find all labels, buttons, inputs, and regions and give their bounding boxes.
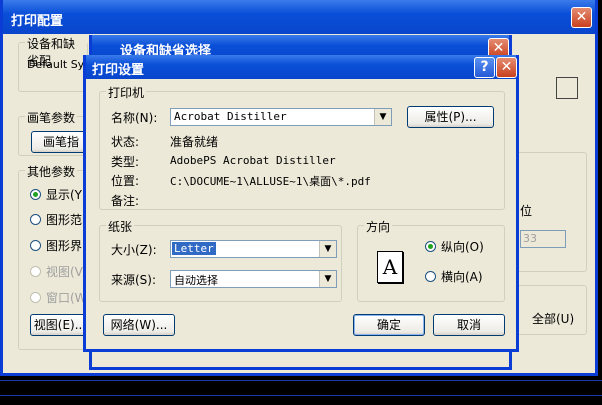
close-icon: ✕ bbox=[492, 40, 505, 56]
pen-params-legend: 画笔参数 bbox=[25, 109, 78, 126]
right-partial-value: 33 bbox=[523, 232, 537, 245]
status-value: 准备就绪 bbox=[170, 135, 219, 149]
view-button[interactable]: 视图(E)... bbox=[30, 314, 90, 336]
paper-size-label: 大小(Z): bbox=[111, 243, 157, 257]
printer-name-select[interactable]: Acrobat Distiller ▼ bbox=[170, 108, 392, 126]
ok-button[interactable]: 确定 bbox=[353, 314, 425, 336]
pen-assign-label: 画笔指 bbox=[42, 135, 79, 149]
preview-box bbox=[556, 77, 578, 99]
paper-size-value: Letter bbox=[172, 242, 216, 255]
device-defaults-group: 设备和缺省配 Default Syst bbox=[18, 35, 94, 92]
radio-portrait-label: 纵向(O) bbox=[441, 240, 484, 254]
print-setup-dialog: 打印设置 ? ✕ 打印机 名称(N): Acrobat Distiller ▼ … bbox=[83, 55, 519, 352]
chevron-down-icon[interactable]: ▼ bbox=[374, 109, 391, 125]
printer-legend: 打印机 bbox=[106, 84, 147, 101]
chevron-down-icon[interactable]: ▼ bbox=[319, 271, 336, 287]
print-config-close-button[interactable]: ✕ bbox=[571, 7, 592, 28]
print-config-title: 打印配置 bbox=[11, 14, 64, 29]
properties-button[interactable]: 属性(P)... bbox=[407, 106, 494, 128]
paper-legend: 纸张 bbox=[106, 218, 135, 235]
type-value: AdobePS Acrobat Distiller bbox=[170, 154, 336, 167]
right-partial-label: 位 bbox=[520, 204, 533, 218]
print-setup-title: 打印设置 bbox=[92, 63, 145, 78]
radio-display-label: 显示(Y) bbox=[46, 188, 87, 202]
paper-source-label: 来源(S): bbox=[111, 273, 157, 287]
paper-source-select[interactable]: 自动选择 ▼ bbox=[170, 270, 337, 288]
print-setup-close-button[interactable]: ✕ bbox=[496, 57, 517, 78]
paper-size-select[interactable]: Letter ▼ bbox=[170, 240, 337, 258]
page-icon-letter: A bbox=[382, 255, 398, 279]
status-label: 状态: bbox=[111, 135, 140, 149]
pen-assign-button[interactable]: 画笔指 bbox=[31, 131, 91, 153]
close-icon: ✕ bbox=[500, 59, 513, 75]
comment-label: 备注: bbox=[111, 194, 140, 208]
radio-landscape-label: 横向(A) bbox=[441, 270, 483, 284]
print-config-titlebar: 打印配置 ✕ bbox=[3, 0, 595, 34]
radio-window bbox=[30, 292, 41, 303]
ok-button-label: 确定 bbox=[376, 318, 401, 332]
radio-drawing-extents[interactable] bbox=[30, 214, 41, 225]
all-radio-label[interactable]: 全部(U) bbox=[532, 310, 574, 327]
help-icon: ? bbox=[480, 59, 489, 75]
orientation-legend: 方向 bbox=[364, 218, 393, 235]
other-params-legend: 其他参数 bbox=[25, 163, 78, 180]
view-button-label: 视图(E)... bbox=[33, 318, 87, 332]
cancel-button-label: 取消 bbox=[456, 318, 481, 332]
close-icon: ✕ bbox=[575, 9, 588, 25]
help-button[interactable]: ? bbox=[474, 57, 495, 78]
radio-drawing-limits[interactable] bbox=[30, 240, 41, 251]
printer-name-label: 名称(N): bbox=[111, 111, 158, 125]
paper-group: 纸张 bbox=[99, 218, 342, 302]
radio-landscape[interactable] bbox=[425, 271, 436, 282]
print-setup-titlebar: 打印设置 ? ✕ bbox=[86, 55, 517, 79]
radio-view bbox=[30, 266, 41, 277]
properties-button-label: 属性(P)... bbox=[424, 110, 477, 124]
location-value: C:\DOCUME~1\ALLUSE~1\桌面\*.pdf bbox=[170, 175, 371, 188]
radio-display[interactable] bbox=[30, 189, 41, 200]
type-label: 类型: bbox=[111, 155, 140, 169]
radio-portrait[interactable] bbox=[425, 241, 436, 252]
printer-name-value: Acrobat Distiller bbox=[174, 110, 287, 123]
radio-view-label: 视图(V) bbox=[46, 265, 88, 279]
location-label: 位置: bbox=[111, 174, 140, 188]
network-button[interactable]: 网络(W)... bbox=[103, 314, 175, 336]
cancel-button[interactable]: 取消 bbox=[433, 314, 505, 336]
chevron-down-icon[interactable]: ▼ bbox=[319, 241, 336, 257]
pen-params-group: 画笔参数 画笔指 bbox=[18, 109, 91, 156]
network-button-label: 网络(W)... bbox=[110, 318, 168, 332]
paper-source-value: 自动选择 bbox=[174, 274, 218, 287]
portrait-page-icon: A bbox=[377, 251, 403, 283]
right-partial-field[interactable]: 33 bbox=[520, 230, 566, 248]
